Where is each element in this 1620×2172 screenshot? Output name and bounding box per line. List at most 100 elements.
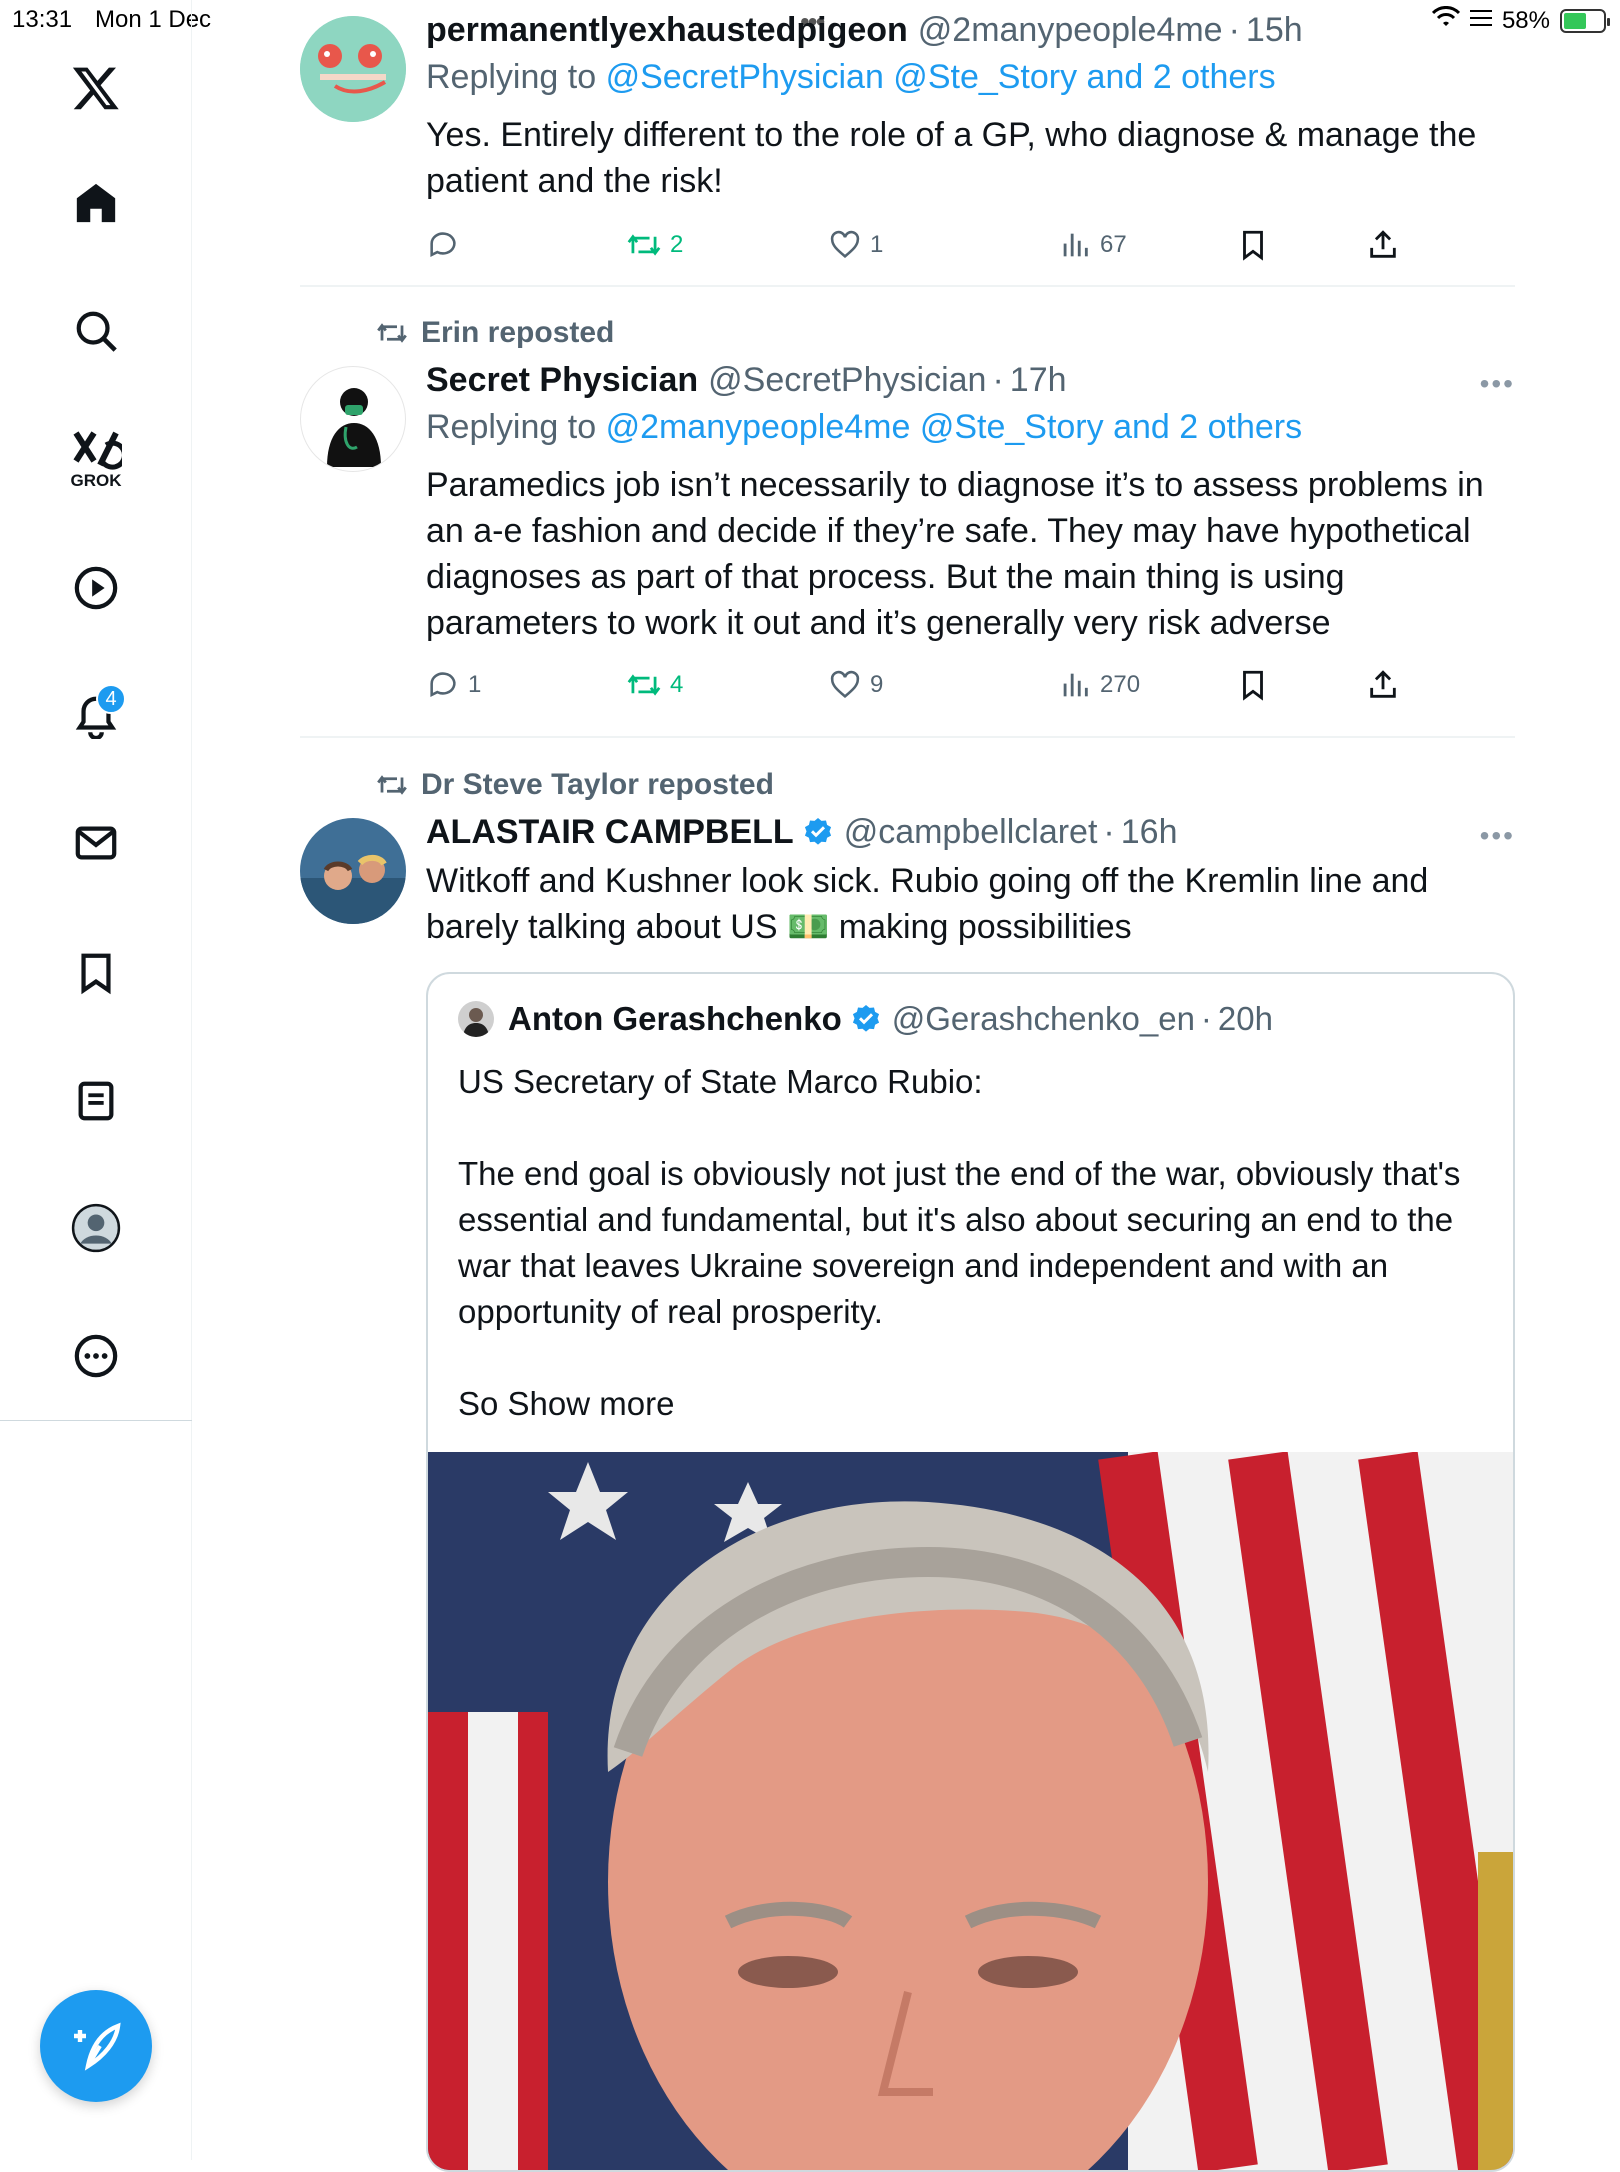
sidebar: GROK 4 (0, 0, 192, 2160)
verified-badge-icon (850, 1003, 882, 1035)
reply-mentions[interactable]: @2manypeople4me @Ste_Story and 2 others (606, 408, 1303, 446)
bookmark-button[interactable] (1236, 668, 1270, 702)
lists-icon[interactable] (60, 1065, 132, 1137)
repost-by-label[interactable]: Erin reposted (421, 316, 614, 350)
compose-icon (74, 2022, 121, 2071)
notifications-icon[interactable]: 4 (60, 680, 132, 752)
repost-button[interactable]: 4 (626, 668, 683, 702)
repost-icon (627, 234, 661, 256)
repost-button[interactable]: 2 (626, 228, 683, 262)
tweet-text: Witkoff and Kushner look sick. Rubio goi… (426, 862, 1429, 946)
analytics-icon (1063, 673, 1088, 697)
more-icon[interactable]: ••• (1480, 820, 1515, 852)
reply-prefix: Replying to (426, 58, 597, 96)
tweet-content: permanentlyexhaustedpigeon @2manypeople4… (426, 8, 1515, 204)
bookmark-icon (1243, 670, 1263, 701)
tweet[interactable]: permanentlyexhaustedpigeon @2manypeople4… (300, 0, 1515, 288)
show-more-link[interactable]: So Show more (458, 1381, 1488, 1427)
separator-dot: · (1103, 813, 1115, 851)
compose-button[interactable] (40, 1990, 152, 2102)
avatar[interactable] (300, 818, 406, 924)
like-button[interactable]: 1 (828, 228, 883, 262)
reply-context: Replying to @2manypeople4me @Ste_Story a… (426, 402, 1515, 452)
views-button[interactable]: 67 (1058, 228, 1127, 262)
tweet-time[interactable]: 17h (1010, 358, 1067, 402)
grok-label: GROK (70, 471, 122, 490)
more-icon[interactable]: ••• (1480, 368, 1515, 400)
reply-button[interactable] (426, 228, 468, 262)
search-icon[interactable] (60, 295, 132, 367)
repost-icon (377, 775, 407, 795)
share-button[interactable] (1366, 668, 1400, 702)
share-button[interactable] (1366, 228, 1400, 262)
tweet-time[interactable]: 16h (1121, 810, 1178, 854)
reply-prefix: Replying to (426, 408, 597, 446)
battery-icon (1560, 8, 1610, 33)
separator-dot: · (1228, 11, 1240, 49)
tweet-actions: 2 1 67 (426, 228, 1426, 268)
bookmark-button[interactable] (1236, 228, 1270, 262)
quote-author-name[interactable]: Anton Gerashchenko (508, 1000, 842, 1038)
quote-time[interactable]: 20h (1218, 1000, 1273, 1038)
author-name[interactable]: permanentlyexhaustedpigeon (426, 8, 908, 52)
tweet[interactable]: Dr Steve Taylor reposted ALASTAIR CAMPBE… (300, 738, 1515, 2172)
avatar[interactable] (300, 366, 406, 472)
analytics-icon (1063, 233, 1088, 257)
separator-dot: · (992, 361, 1004, 399)
author-name[interactable]: Secret Physician (426, 358, 698, 402)
heart-icon (830, 230, 860, 258)
tweet-header: permanentlyexhaustedpigeon @2manypeople4… (426, 8, 1515, 52)
author-name[interactable]: ALASTAIR CAMPBELL (426, 810, 794, 854)
tweet[interactable]: Erin reposted Secret Physician @SecretPh… (300, 288, 1515, 738)
view-count: 67 (1100, 231, 1127, 258)
repost-by-label[interactable]: Dr Steve Taylor reposted (421, 768, 774, 802)
video-icon[interactable] (60, 552, 132, 624)
quote-header: Anton Gerashchenko @Gerashchenko_en · 20… (458, 1000, 1273, 1038)
bookmarks-icon[interactable] (60, 937, 132, 1009)
repost-icon (377, 323, 407, 343)
reply-icon (430, 672, 456, 697)
tweet-time[interactable]: 15h (1246, 8, 1303, 52)
quote-media-image[interactable] (428, 1451, 1513, 2170)
repost-count: 4 (670, 671, 684, 698)
quoted-tweet[interactable]: Anton Gerashchenko @Gerashchenko_en · 20… (426, 972, 1515, 2172)
tweet-header: Secret Physician @SecretPhysician · 17h (426, 358, 1515, 402)
tweet-content: Secret Physician @SecretPhysician · 17h … (426, 358, 1515, 646)
like-button[interactable]: 9 (828, 668, 883, 702)
repost-context: Dr Steve Taylor reposted (375, 768, 774, 802)
author-handle[interactable]: @2manypeople4me (918, 8, 1223, 52)
quote-text-paragraph: The end goal is obviously not just the e… (458, 1155, 1461, 1330)
tweet-content: ALASTAIR CAMPBELL @campbellclaret · 16h … (426, 810, 1515, 950)
verified-badge-icon (802, 816, 834, 848)
author-handle[interactable]: @SecretPhysician (708, 358, 986, 402)
views-button[interactable]: 270 (1058, 668, 1140, 702)
repost-count: 2 (670, 231, 684, 258)
view-count: 270 (1100, 671, 1141, 698)
reply-icon (430, 232, 456, 257)
separator-dot: · (1200, 1000, 1212, 1037)
messages-icon[interactable] (60, 807, 132, 879)
bookmark-icon (1243, 230, 1263, 261)
reply-button[interactable]: 1 (426, 668, 481, 702)
grok-icon[interactable]: GROK (60, 415, 132, 490)
tweet-actions: 1 4 9 270 (426, 668, 1426, 708)
avatar[interactable] (300, 16, 406, 122)
quote-author-handle[interactable]: @Gerashchenko_en (892, 1000, 1195, 1038)
like-count: 1 (870, 231, 884, 258)
reply-context: Replying to @SecretPhysician @Ste_Story … (426, 52, 1515, 102)
x-logo-icon[interactable] (60, 52, 132, 124)
share-icon (1370, 670, 1396, 698)
repost-context: Erin reposted (375, 316, 614, 350)
like-count: 9 (870, 671, 884, 698)
tweet-header: ALASTAIR CAMPBELL @campbellclaret · 16h (426, 810, 1515, 854)
home-icon[interactable] (60, 167, 132, 239)
tweet-text: Paramedics job isn’t necessarily to diag… (426, 466, 1484, 642)
quote-avatar[interactable] (458, 1001, 494, 1037)
repost-icon (627, 674, 661, 696)
author-handle[interactable]: @campbellclaret (844, 810, 1098, 854)
more-options-icon[interactable] (60, 1320, 132, 1392)
heart-icon (830, 670, 860, 698)
reply-mentions[interactable]: @SecretPhysician @Ste_Story and 2 others (606, 58, 1276, 96)
quote-text-line: US Secretary of State Marco Rubio: (458, 1063, 983, 1100)
profile-icon[interactable] (60, 1192, 132, 1264)
